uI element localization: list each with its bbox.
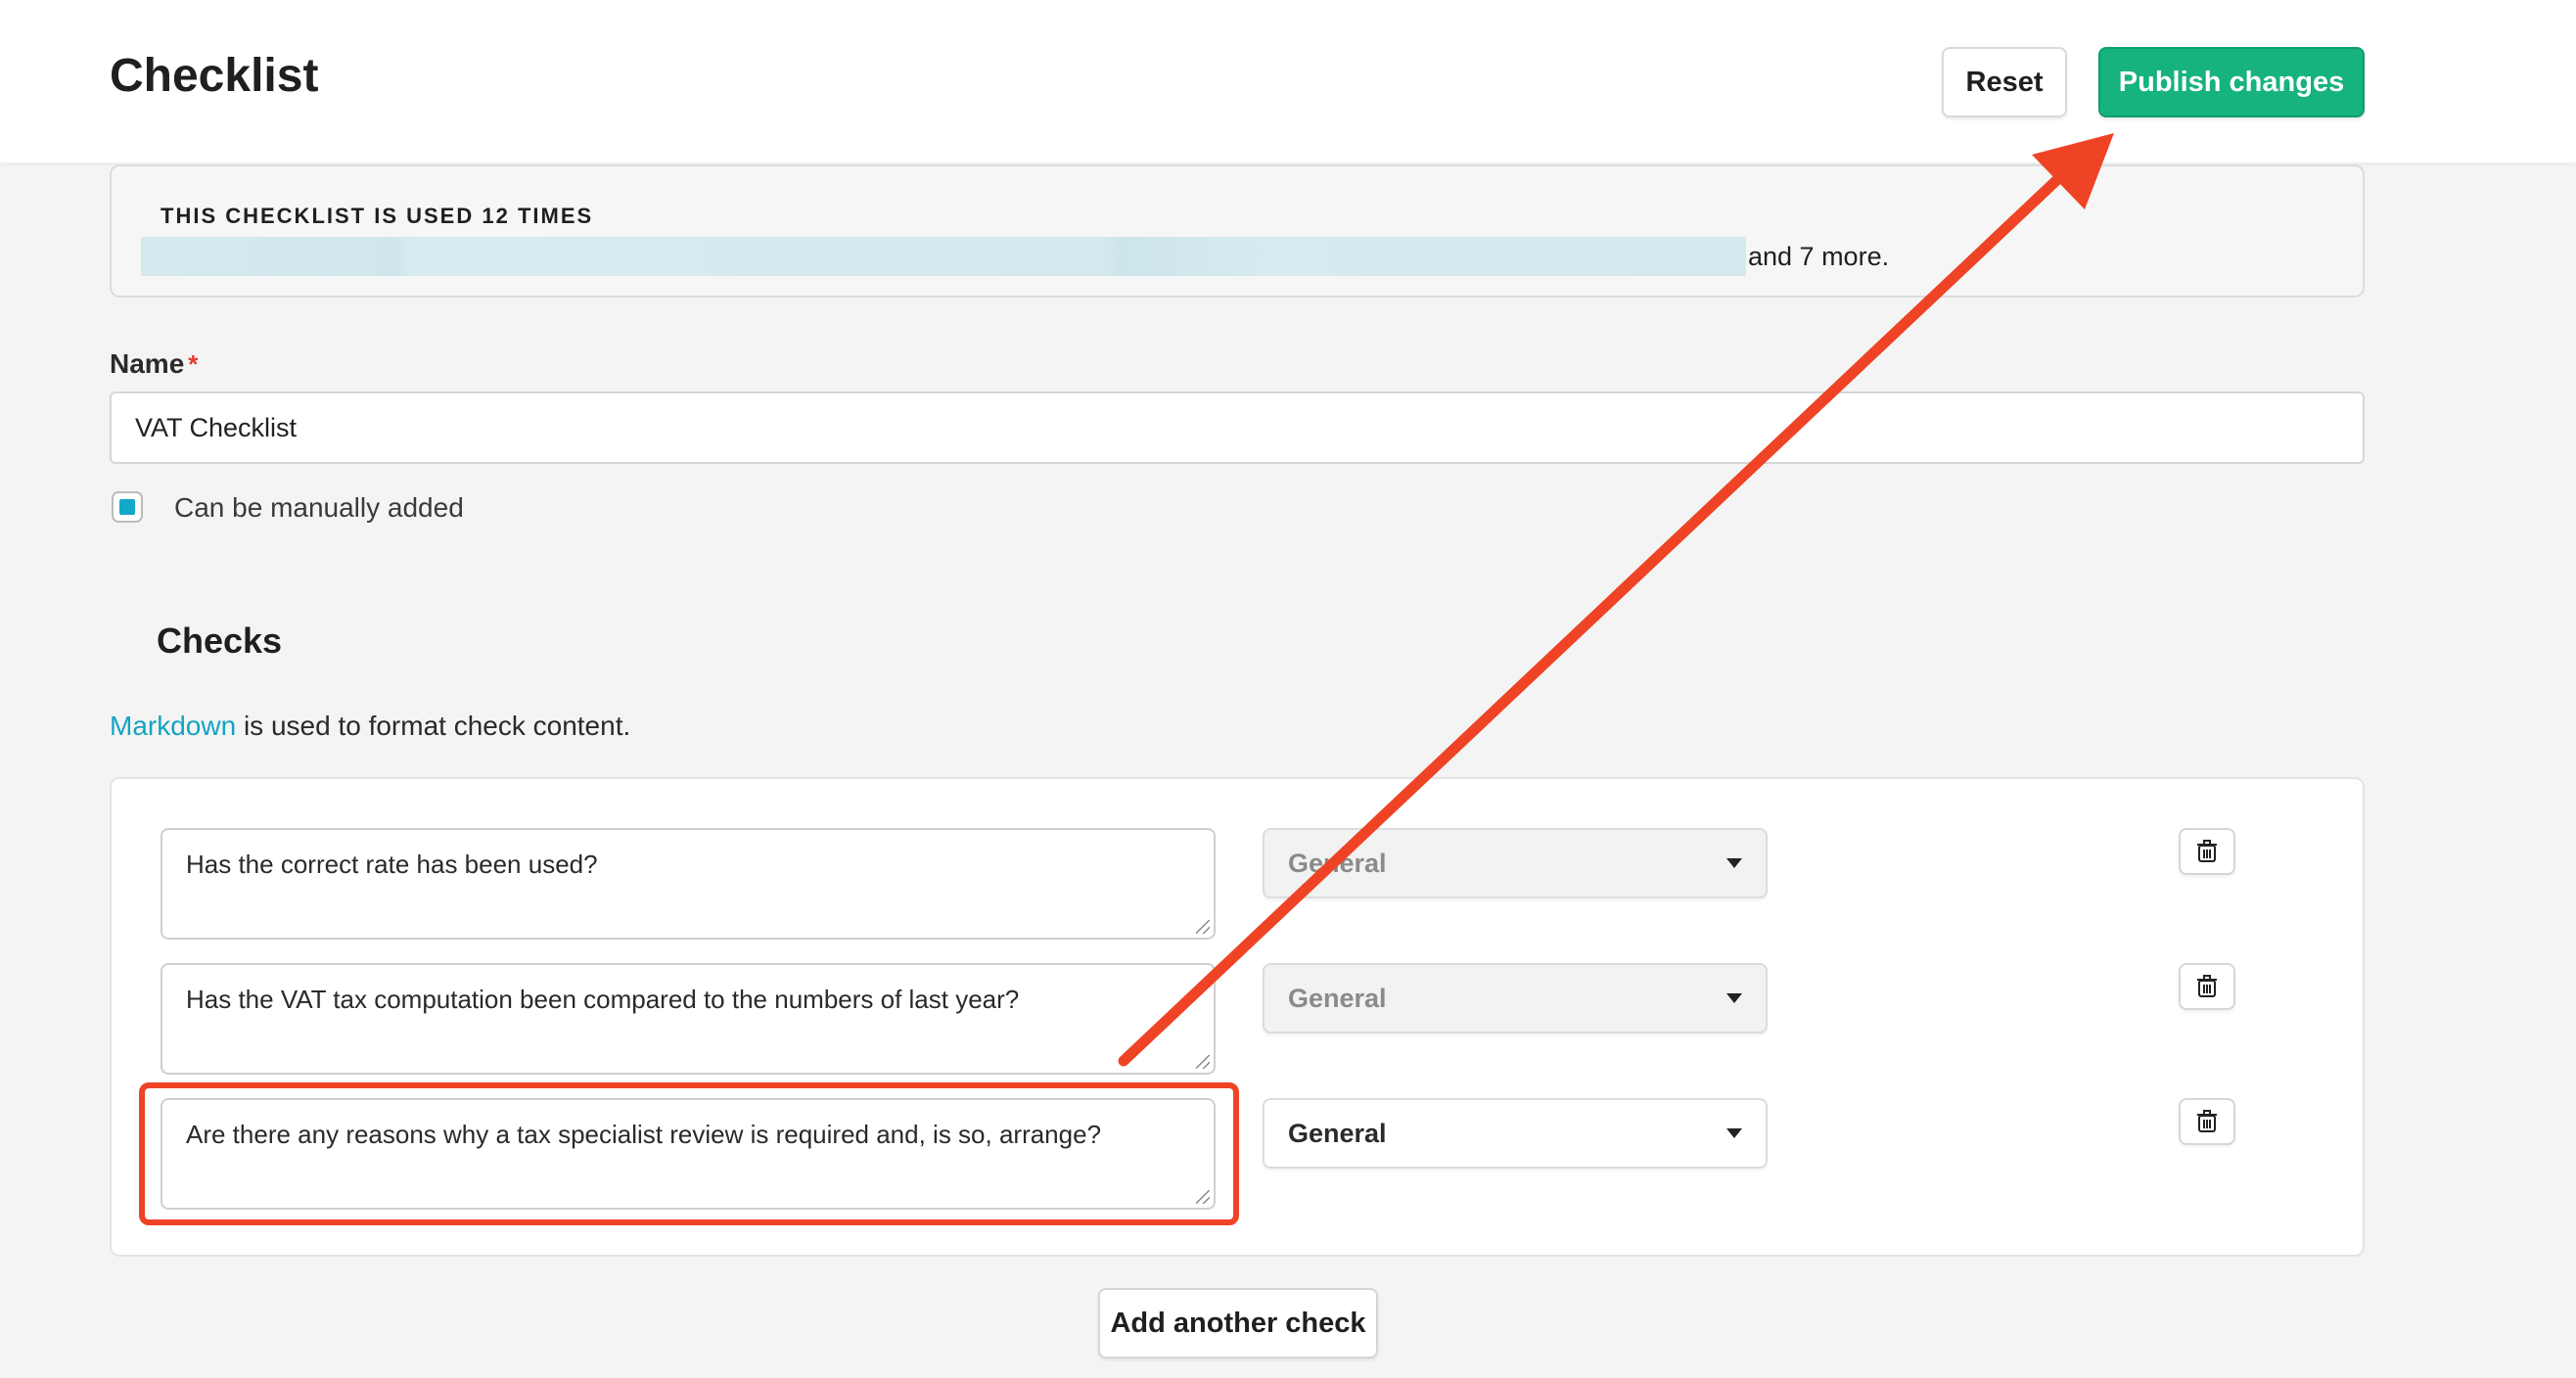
annotation-arrow-shaft [1118,166,2071,1067]
add-another-check-button[interactable]: Add another check [1098,1288,1378,1358]
annotation-arrow [1118,133,2114,1067]
